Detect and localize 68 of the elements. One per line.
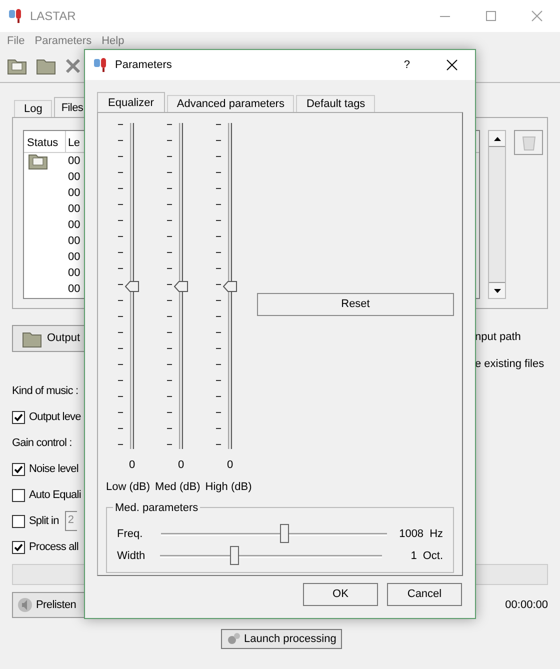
folder-icon: [36, 57, 56, 75]
tab[interactable]: Log: [14, 100, 52, 117]
slider-thumb[interactable]: [223, 280, 237, 292]
tab[interactable]: Default tags: [296, 95, 376, 112]
table-cell-text: 00: [67, 234, 80, 249]
band-value: 0: [128, 458, 136, 473]
slider-thumb[interactable]: [174, 280, 188, 292]
section-label: Kind of music :: [12, 384, 78, 399]
slider-thumb[interactable]: [125, 280, 139, 292]
band-value: 0: [178, 458, 184, 473]
checkbox-label: Split in: [29, 514, 59, 529]
trash-icon: [522, 134, 536, 150]
band-label: High (dB): [205, 480, 252, 494]
group-title: Med. parameters: [113, 500, 200, 516]
column-header[interactable]: Le: [66, 131, 82, 152]
x-icon[interactable]: [65, 58, 81, 74]
parameter-label: Width: [117, 548, 146, 564]
parameter-value: 1: [410, 548, 417, 564]
scrollbar[interactable]: [488, 130, 506, 299]
table-cell-text: 00: [67, 218, 80, 233]
table-cell-text: 00: [67, 154, 80, 169]
checkbox[interactable]: [12, 488, 25, 502]
dialog-button[interactable]: OK: [303, 583, 378, 606]
slider-thumb[interactable]: [230, 546, 240, 564]
close-icon[interactable]: [446, 59, 458, 71]
parameter-label: Freq.: [117, 526, 144, 542]
column-header[interactable]: Status: [24, 131, 66, 152]
table-cell-text: 00: [67, 186, 80, 201]
help-button[interactable]: ?: [404, 56, 410, 74]
launch-processing-button[interactable]: Launch processing: [221, 629, 342, 649]
speaker-icon: [17, 597, 33, 613]
down-arrow-icon[interactable]: [494, 288, 500, 292]
table-cell-text: 00: [67, 202, 80, 217]
dialog-button[interactable]: Cancel: [387, 583, 462, 606]
window-title: LASTAR: [30, 8, 76, 25]
parameter-value: 1008: [398, 526, 424, 542]
checkbox-label: Process all: [29, 540, 78, 555]
up-arrow-icon[interactable]: [494, 136, 500, 140]
checkbox[interactable]: [12, 540, 25, 554]
checkbox-label: Auto Equali: [29, 488, 81, 503]
slider-thumb[interactable]: [280, 524, 289, 542]
checkbox[interactable]: [12, 410, 25, 424]
dialog-title: Parameters: [115, 58, 172, 73]
tab[interactable]: Equalizer: [97, 92, 165, 112]
section-label: Gain control :: [12, 436, 72, 451]
checkbox-label: Noise level: [29, 462, 78, 477]
folder-icon: [22, 330, 42, 348]
menu-item[interactable]: File: [7, 32, 25, 50]
parameter-unit: Oct.: [422, 548, 443, 564]
band-value: 0: [226, 458, 234, 473]
band-label: Low (dB): [106, 480, 150, 494]
table-cell-text: 00: [67, 170, 80, 185]
time-label: 00:00:00: [505, 598, 548, 613]
reset-button[interactable]: Reset: [257, 293, 454, 316]
table-cell-text: 00: [67, 266, 80, 281]
folder-document-icon: [28, 152, 48, 170]
band-label: Med (dB): [155, 480, 200, 494]
folder-document-icon: [7, 57, 27, 75]
checkbox[interactable]: [12, 462, 25, 476]
table-cell-text: 00: [67, 250, 80, 265]
menu-item[interactable]: Parameters: [34, 32, 92, 50]
parameter-unit: Hz: [430, 526, 444, 542]
menu-item[interactable]: Help: [102, 32, 124, 50]
checkbox[interactable]: [12, 514, 25, 528]
table-cell-text: 00: [67, 282, 80, 297]
checkbox-label: nput path: [475, 330, 522, 346]
checkbox-label: Output leve: [29, 410, 81, 425]
tab[interactable]: Advanced parameters: [166, 95, 294, 112]
